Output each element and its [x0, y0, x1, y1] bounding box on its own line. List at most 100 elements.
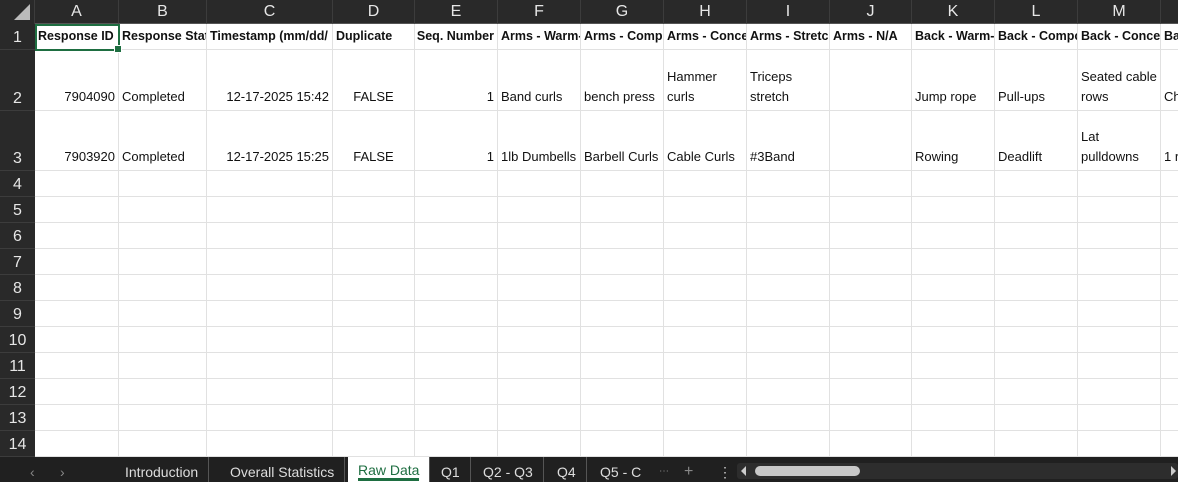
data-cell[interactable]: [207, 379, 333, 405]
row-header-4[interactable]: 4: [0, 171, 35, 197]
column-title-cell[interactable]: Arms - Warm-: [498, 24, 581, 50]
data-cell[interactable]: [830, 353, 912, 379]
data-cell[interactable]: [830, 327, 912, 353]
column-title-cell[interactable]: Back - Concen: [1078, 24, 1161, 50]
data-cell[interactable]: [830, 405, 912, 431]
data-cell[interactable]: FALSE: [333, 111, 415, 171]
data-cell[interactable]: [995, 197, 1078, 223]
data-cell[interactable]: [830, 249, 912, 275]
data-cell[interactable]: [35, 249, 119, 275]
sheet-tab-raw-data[interactable]: Raw Data: [348, 457, 431, 482]
column-title-cell[interactable]: Duplicate: [333, 24, 415, 50]
data-cell[interactable]: Deadlift: [995, 111, 1078, 171]
data-cell[interactable]: [35, 275, 119, 301]
column-header-e[interactable]: E: [415, 0, 498, 24]
data-cell[interactable]: [35, 171, 119, 197]
data-cell[interactable]: [415, 197, 498, 223]
data-cell[interactable]: [415, 275, 498, 301]
column-header-f[interactable]: F: [498, 0, 581, 24]
data-cell[interactable]: 12-17-2025 15:25: [207, 111, 333, 171]
data-cell[interactable]: [581, 171, 664, 197]
data-cell[interactable]: Ch: [1161, 50, 1178, 111]
data-cell[interactable]: [1078, 327, 1161, 353]
row-header-6[interactable]: 6: [0, 223, 35, 249]
data-cell[interactable]: [747, 275, 830, 301]
data-cell[interactable]: [664, 327, 747, 353]
data-cell[interactable]: [995, 353, 1078, 379]
data-cell[interactable]: [830, 379, 912, 405]
data-cell[interactable]: [498, 353, 581, 379]
data-cell[interactable]: Seated cable rows: [1078, 50, 1161, 111]
column-header-g[interactable]: G: [581, 0, 664, 24]
sheet-tab-overall-statistics[interactable]: Overall Statistics: [220, 457, 346, 482]
row-header-12[interactable]: 12: [0, 379, 35, 405]
data-cell[interactable]: [333, 327, 415, 353]
column-header-b[interactable]: B: [119, 0, 207, 24]
data-cell[interactable]: [912, 327, 995, 353]
data-cell[interactable]: [333, 431, 415, 457]
data-cell[interactable]: Band curls: [498, 50, 581, 111]
data-cell[interactable]: Completed: [119, 50, 207, 111]
data-cell[interactable]: [664, 405, 747, 431]
sheet-tab-q2-q3[interactable]: Q2 - Q3: [473, 457, 544, 482]
data-cell[interactable]: [664, 379, 747, 405]
data-cell[interactable]: [912, 405, 995, 431]
row-header-5[interactable]: 5: [0, 197, 35, 223]
data-cell[interactable]: [1078, 197, 1161, 223]
spreadsheet-grid[interactable]: A B C D E F G H I J K L M 1 2 3 4 5 6 7 8 9 10 11 12 13 14 Response…: [0, 0, 1178, 457]
data-cell[interactable]: [1161, 275, 1178, 301]
data-cell[interactable]: [581, 301, 664, 327]
data-cell[interactable]: [498, 405, 581, 431]
data-cell[interactable]: [830, 431, 912, 457]
data-cell[interactable]: [207, 405, 333, 431]
data-cell[interactable]: [119, 327, 207, 353]
data-cell[interactable]: Triceps stretch: [747, 50, 830, 111]
column-header-m[interactable]: M: [1078, 0, 1161, 24]
column-header-a[interactable]: A: [35, 0, 119, 24]
data-cell[interactable]: [35, 327, 119, 353]
data-cell[interactable]: [119, 275, 207, 301]
data-cell[interactable]: [1161, 353, 1178, 379]
data-cell[interactable]: [1161, 431, 1178, 457]
data-cell[interactable]: [747, 405, 830, 431]
data-cell[interactable]: [415, 249, 498, 275]
column-title-cell[interactable]: Arms - Compo: [581, 24, 664, 50]
column-header-h[interactable]: H: [664, 0, 747, 24]
column-title-cell[interactable]: Ba: [1161, 24, 1178, 50]
data-cell[interactable]: [1161, 171, 1178, 197]
data-cell[interactable]: [830, 275, 912, 301]
data-cell[interactable]: [664, 275, 747, 301]
data-cell[interactable]: [830, 223, 912, 249]
data-cell[interactable]: [747, 171, 830, 197]
data-cell[interactable]: [581, 431, 664, 457]
data-cell[interactable]: [995, 379, 1078, 405]
data-cell[interactable]: [747, 223, 830, 249]
column-header-c[interactable]: C: [207, 0, 333, 24]
scrollbar-thumb[interactable]: [755, 466, 860, 476]
data-cell[interactable]: [333, 301, 415, 327]
data-cell[interactable]: [207, 249, 333, 275]
data-cell[interactable]: [664, 431, 747, 457]
data-cell[interactable]: 1lb Dumbells: [498, 111, 581, 171]
data-cell[interactable]: [1161, 197, 1178, 223]
data-cell[interactable]: [912, 431, 995, 457]
data-cell[interactable]: [664, 223, 747, 249]
data-cell[interactable]: [35, 431, 119, 457]
data-cell[interactable]: [333, 249, 415, 275]
data-cell[interactable]: [995, 249, 1078, 275]
data-cell[interactable]: [207, 275, 333, 301]
column-header-i[interactable]: I: [747, 0, 830, 24]
data-cell[interactable]: [747, 249, 830, 275]
data-cell[interactable]: [119, 171, 207, 197]
data-cell[interactable]: [581, 327, 664, 353]
data-cell[interactable]: [1078, 275, 1161, 301]
select-all-button[interactable]: [0, 0, 35, 24]
column-header-j[interactable]: J: [830, 0, 912, 24]
data-cell[interactable]: [1161, 249, 1178, 275]
data-cell[interactable]: [664, 197, 747, 223]
data-cell[interactable]: [1078, 353, 1161, 379]
column-title-cell[interactable]: Arms - Concer: [664, 24, 747, 50]
data-cell[interactable]: [415, 379, 498, 405]
data-cell[interactable]: [35, 301, 119, 327]
data-cell[interactable]: [912, 301, 995, 327]
